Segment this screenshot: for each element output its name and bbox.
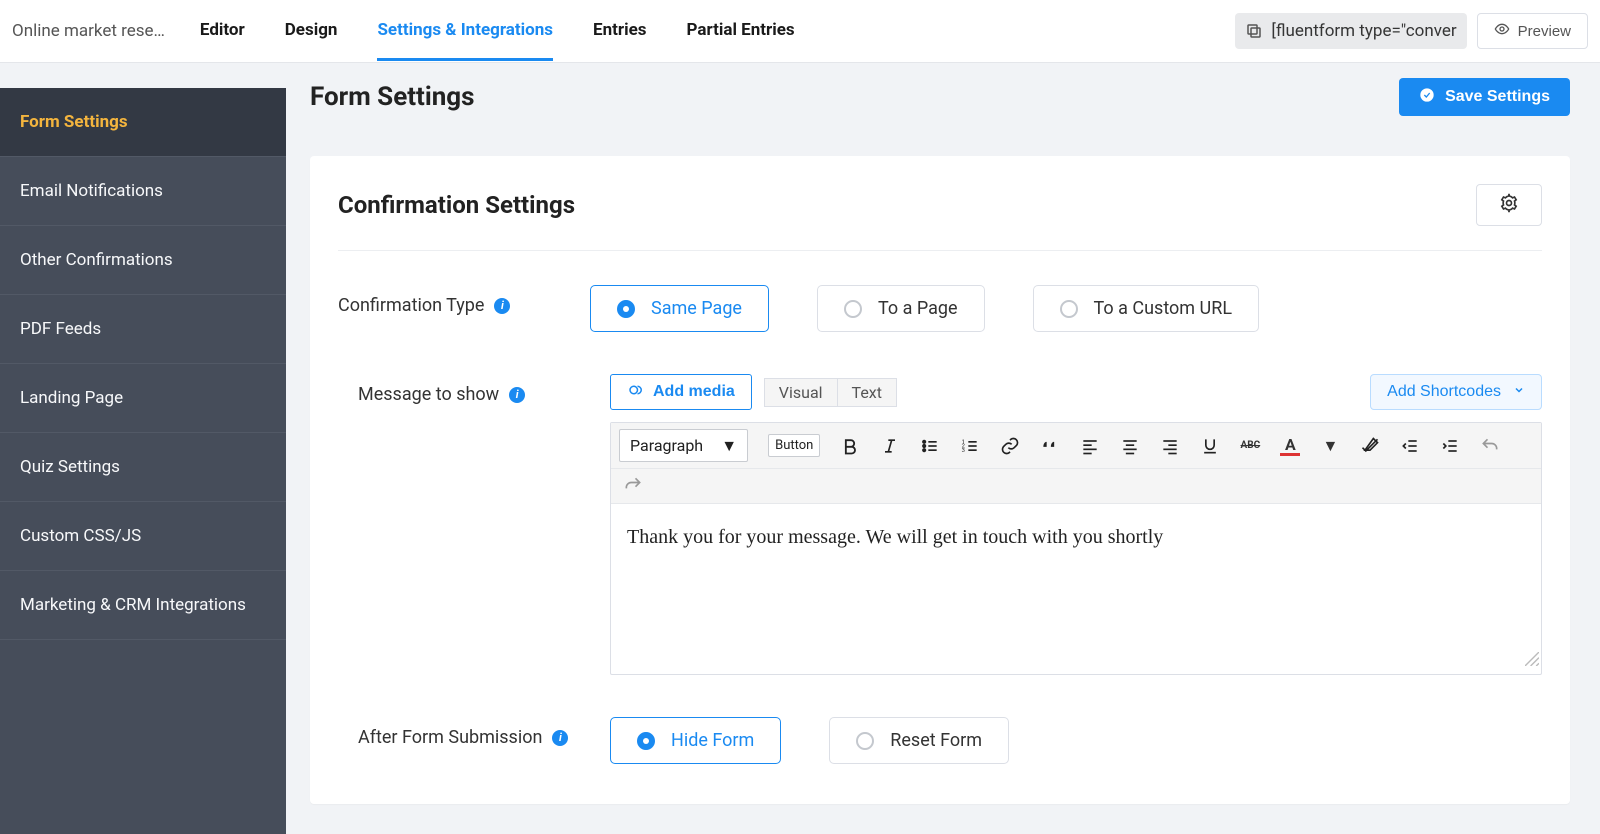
add-shortcodes-label: Add Shortcodes	[1387, 383, 1501, 401]
text-color-icon[interactable]: A	[1280, 436, 1300, 456]
info-icon[interactable]: i	[552, 730, 568, 746]
strikethrough-icon[interactable]: ABC	[1240, 436, 1260, 456]
gear-icon	[1499, 193, 1519, 217]
sidebar-item-landing-page[interactable]: Landing Page	[0, 364, 286, 433]
sidebar-item-quiz-settings[interactable]: Quiz Settings	[0, 433, 286, 502]
add-shortcodes-button[interactable]: Add Shortcodes	[1370, 374, 1542, 410]
top-bar: Online market rese… Editor Design Settin…	[0, 0, 1600, 63]
radio-reset-form-label: Reset Form	[890, 730, 982, 751]
sidebar-item-form-settings[interactable]: Form Settings	[0, 88, 286, 157]
resize-handle-icon[interactable]	[1525, 649, 1539, 672]
align-right-icon[interactable]	[1160, 436, 1180, 456]
save-settings-button[interactable]: Save Settings	[1399, 78, 1570, 116]
editor-tab-visual[interactable]: Visual	[764, 378, 838, 407]
editor-content: Thank you for your message. We will get …	[627, 526, 1163, 548]
media-icon	[627, 381, 645, 404]
eye-icon	[1494, 21, 1510, 41]
radio-to-a-page[interactable]: To a Page	[817, 285, 985, 332]
editor-toolbar: Paragraph ▼ Button 123	[611, 423, 1541, 469]
shortcode-box[interactable]: [fluentform type="conver	[1235, 13, 1466, 49]
row-message-to-show: Message to show i Add media Visual	[338, 366, 1542, 709]
radio-same-page[interactable]: Same Page	[590, 285, 769, 332]
radio-hide-form-label: Hide Form	[671, 730, 754, 751]
info-icon[interactable]: i	[509, 387, 525, 403]
radio-reset-form[interactable]: Reset Form	[829, 717, 1009, 764]
tab-entries[interactable]: Entries	[593, 1, 646, 61]
underline-icon[interactable]	[1200, 436, 1220, 456]
info-icon[interactable]: i	[494, 298, 510, 314]
add-media-label: Add media	[653, 383, 735, 401]
section-title: Confirmation Settings	[338, 191, 575, 219]
copy-icon	[1245, 22, 1263, 40]
radio-to-custom-url[interactable]: To a Custom URL	[1033, 285, 1259, 332]
tab-settings-integrations[interactable]: Settings & Integrations	[377, 1, 553, 61]
bullet-list-icon[interactable]	[920, 436, 940, 456]
save-settings-label: Save Settings	[1445, 88, 1550, 106]
sidebar-item-custom-css-js[interactable]: Custom CSS/JS	[0, 502, 286, 571]
paragraph-select-label: Paragraph	[630, 436, 703, 455]
radio-to-custom-url-label: To a Custom URL	[1094, 298, 1232, 319]
tab-design[interactable]: Design	[285, 1, 338, 61]
indent-icon[interactable]	[1440, 436, 1460, 456]
text-color-caret-icon[interactable]: ▼	[1320, 436, 1340, 456]
editor-body[interactable]: Thank you for your message. We will get …	[611, 504, 1541, 674]
link-icon[interactable]	[1000, 436, 1020, 456]
form-name: Online market rese…	[12, 21, 165, 41]
radio-hide-form[interactable]: Hide Form	[610, 717, 781, 764]
radio-to-a-page-label: To a Page	[878, 298, 958, 319]
message-label: Message to show	[358, 384, 499, 405]
align-center-icon[interactable]	[1120, 436, 1140, 456]
row-after-submission: After Form Submission i Hide Form Reset …	[338, 709, 1542, 764]
preview-button[interactable]: Preview	[1477, 13, 1588, 49]
caret-down-icon: ▼	[721, 436, 737, 456]
numbered-list-icon[interactable]: 123	[960, 436, 980, 456]
sidebar-item-email-notifications[interactable]: Email Notifications	[0, 157, 286, 226]
italic-icon[interactable]	[880, 436, 900, 456]
rich-text-editor: Paragraph ▼ Button 123	[610, 422, 1542, 675]
align-left-icon[interactable]	[1080, 436, 1100, 456]
clear-format-icon[interactable]	[1360, 436, 1380, 456]
confirmation-settings-card: Confirmation Settings Confirmation Type …	[310, 156, 1570, 804]
add-media-button[interactable]: Add media	[610, 374, 752, 410]
confirmation-type-label: Confirmation Type	[338, 295, 484, 316]
chevron-down-icon	[1513, 383, 1525, 401]
sidebar-item-pdf-feeds[interactable]: PDF Feeds	[0, 295, 286, 364]
preview-label: Preview	[1518, 23, 1571, 40]
radio-same-page-label: Same Page	[651, 298, 742, 319]
editor-tab-text[interactable]: Text	[837, 378, 897, 407]
row-confirmation-type: Confirmation Type i Same Page To a Page …	[338, 277, 1542, 366]
redo-icon[interactable]	[623, 475, 643, 495]
sidebar: Form Settings Email Notifications Other …	[0, 88, 286, 834]
sidebar-item-marketing-crm[interactable]: Marketing & CRM Integrations	[0, 571, 286, 640]
blockquote-icon[interactable]	[1040, 436, 1060, 456]
tab-editor[interactable]: Editor	[200, 1, 245, 61]
after-submit-label: After Form Submission	[358, 727, 542, 748]
tab-partial-entries[interactable]: Partial Entries	[687, 1, 795, 61]
outdent-icon[interactable]	[1400, 436, 1420, 456]
shortcode-text: [fluentform type="conver	[1271, 21, 1456, 41]
svg-text:3: 3	[962, 447, 965, 453]
section-settings-button[interactable]	[1476, 184, 1542, 226]
button-chip[interactable]: Button	[768, 434, 820, 457]
top-tabs: Editor Design Settings & Integrations En…	[200, 1, 795, 61]
paragraph-select[interactable]: Paragraph ▼	[619, 429, 748, 462]
page-header: Form Settings Save Settings	[286, 63, 1600, 131]
check-circle-icon	[1419, 87, 1435, 108]
bold-icon[interactable]	[840, 436, 860, 456]
sidebar-item-other-confirmations[interactable]: Other Confirmations	[0, 226, 286, 295]
page-title: Form Settings	[310, 82, 475, 112]
undo-icon[interactable]	[1480, 436, 1500, 456]
